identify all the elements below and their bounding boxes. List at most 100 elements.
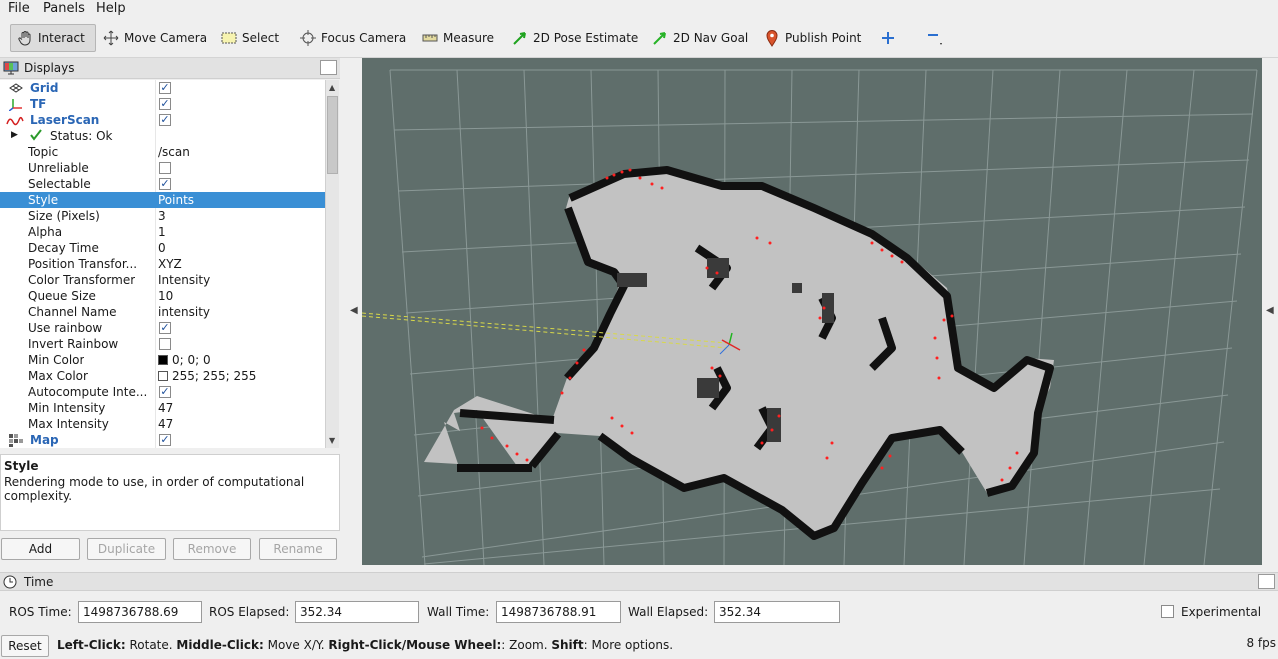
- grid-checkbox[interactable]: ✓: [159, 82, 171, 94]
- unreliable-checkbox[interactable]: [159, 162, 171, 174]
- focus-camera-label: Focus Camera: [321, 31, 407, 45]
- reset-button[interactable]: Reset: [1, 635, 49, 657]
- toolbar: Interact Move Camera Select Focus Camera…: [0, 18, 1278, 58]
- minus-icon: [925, 29, 943, 47]
- rename-button[interactable]: Rename: [259, 538, 337, 560]
- prop-use-rainbow[interactable]: Use rainbow ✓: [0, 320, 325, 336]
- move-camera-label: Move Camera: [124, 31, 208, 45]
- wall-elapsed-field[interactable]: 352.34: [714, 601, 840, 623]
- scroll-up-icon[interactable]: ▲: [329, 83, 335, 92]
- experimental-checkbox[interactable]: [1161, 605, 1174, 618]
- scrollbar-thumb[interactable]: [327, 96, 338, 174]
- displays-scrollbar[interactable]: ▲ ▼: [325, 80, 339, 448]
- wall-time-field[interactable]: 1498736788.91: [496, 601, 621, 623]
- prop-min-intensity-value[interactable]: 47: [158, 401, 173, 415]
- max-color-swatch: [158, 371, 168, 381]
- pose-estimate-tool[interactable]: 2D Pose Estimate: [511, 24, 638, 52]
- prop-size-value[interactable]: 3: [158, 209, 166, 223]
- ros-elapsed-field[interactable]: 352.34: [295, 601, 419, 623]
- prop-alpha-value[interactable]: 1: [158, 225, 166, 239]
- prop-selectable[interactable]: Selectable ✓: [0, 176, 325, 192]
- prop-color-transformer[interactable]: Color Transformer Intensity: [0, 272, 325, 288]
- col-sep: [155, 256, 156, 272]
- prop-topic-value[interactable]: /scan: [158, 145, 190, 159]
- ros-time-field[interactable]: 1498736788.69: [78, 601, 202, 623]
- help-middle-click: Middle-Click:: [176, 638, 264, 652]
- duplicate-button[interactable]: Duplicate: [87, 538, 166, 560]
- prop-min-intensity[interactable]: Min Intensity 47: [0, 400, 325, 416]
- col-sep: [155, 208, 156, 224]
- laser-wave-icon: [6, 115, 24, 129]
- remove-tool-button[interactable]: [925, 24, 947, 52]
- add-button[interactable]: Add: [1, 538, 80, 560]
- prop-style[interactable]: Style Points: [0, 192, 325, 208]
- prop-alpha[interactable]: Alpha 1: [0, 224, 325, 240]
- map-checkbox[interactable]: ✓: [159, 434, 171, 446]
- expand-arrow-icon[interactable]: ▶: [11, 130, 18, 140]
- prop-channel-name[interactable]: Channel Name intensity: [0, 304, 325, 320]
- prop-position-transformer[interactable]: Position Transfor... XYZ: [0, 256, 325, 272]
- tf-checkbox[interactable]: ✓: [159, 98, 171, 110]
- prop-style-value[interactable]: Points: [158, 193, 194, 207]
- displays-title-bar: Displays: [0, 58, 340, 79]
- laserscan-status-row[interactable]: ▶ Status: Ok: [0, 128, 325, 144]
- use-rainbow-checkbox[interactable]: ✓: [159, 322, 171, 334]
- prop-channel-name-value[interactable]: intensity: [158, 305, 210, 319]
- prop-unreliable[interactable]: Unreliable: [0, 160, 325, 176]
- min-color-text: 0; 0; 0: [172, 353, 211, 367]
- selectable-checkbox[interactable]: ✓: [159, 178, 171, 190]
- fps-counter: 8 fps: [1246, 636, 1276, 650]
- add-tool-button[interactable]: [879, 24, 901, 52]
- help-text: Left-Click: Rotate. Middle-Click: Move X…: [57, 638, 673, 652]
- prop-max-color[interactable]: Max Color 255; 255; 255: [0, 368, 325, 384]
- publish-point-tool[interactable]: Publish Point: [763, 24, 861, 52]
- menu-help[interactable]: Help: [96, 1, 126, 16]
- interact-label: Interact: [38, 31, 85, 45]
- focus-camera-tool[interactable]: Focus Camera: [299, 24, 406, 52]
- prop-color-transformer-value[interactable]: Intensity: [158, 273, 210, 287]
- prop-decay-value[interactable]: 0: [158, 241, 166, 255]
- undock-button[interactable]: [320, 60, 337, 75]
- map-icon: [8, 433, 24, 448]
- prop-position-transformer-value[interactable]: XYZ: [158, 257, 182, 271]
- prop-max-color-value[interactable]: 255; 255; 255: [158, 369, 256, 383]
- select-tool[interactable]: Select: [220, 24, 279, 52]
- min-color-swatch: [158, 355, 168, 365]
- prop-max-intensity[interactable]: Max Intensity 47: [0, 416, 325, 432]
- laserscan-checkbox[interactable]: ✓: [159, 114, 171, 126]
- collapse-left-arrow-icon[interactable]: ◀: [350, 305, 358, 316]
- prop-min-color[interactable]: Min Color 0; 0; 0: [0, 352, 325, 368]
- autocompute-checkbox[interactable]: ✓: [159, 386, 171, 398]
- prop-queue-size[interactable]: Queue Size 10: [0, 288, 325, 304]
- prop-min-color-value[interactable]: 0; 0; 0: [158, 353, 211, 367]
- prop-decay[interactable]: Decay Time 0: [0, 240, 325, 256]
- time-undock-button[interactable]: [1258, 574, 1275, 589]
- display-laserscan-row[interactable]: LaserScan ✓: [0, 112, 325, 128]
- display-map-row[interactable]: Map ✓: [0, 432, 325, 448]
- prop-size[interactable]: Size (Pixels) 3: [0, 208, 325, 224]
- move-camera-tool[interactable]: Move Camera: [102, 24, 207, 52]
- prop-invert-rainbow[interactable]: Invert Rainbow: [0, 336, 325, 352]
- display-grid-row[interactable]: Grid ✓: [0, 80, 325, 96]
- scroll-down-icon[interactable]: ▼: [329, 436, 335, 445]
- render-viewport[interactable]: [362, 58, 1262, 565]
- prop-max-intensity-value[interactable]: 47: [158, 417, 173, 431]
- remove-button[interactable]: Remove: [173, 538, 251, 560]
- displays-panel: Displays Grid ✓ TF ✓ LaserScan ✓ ▶ Statu…: [0, 58, 340, 566]
- prop-autocompute[interactable]: Autocompute Inte... ✓: [0, 384, 325, 400]
- prop-topic[interactable]: Topic /scan: [0, 144, 325, 160]
- status-ok-check-icon: [29, 128, 43, 145]
- measure-tool[interactable]: Measure: [421, 24, 494, 52]
- prop-max-intensity-key: Max Intensity: [28, 417, 109, 431]
- display-tf-row[interactable]: TF ✓: [0, 96, 325, 112]
- prop-queue-size-value[interactable]: 10: [158, 289, 173, 303]
- map-label: Map: [30, 433, 59, 447]
- menu-file[interactable]: File: [8, 1, 30, 16]
- menu-panels[interactable]: Panels: [43, 1, 85, 16]
- invert-rainbow-checkbox[interactable]: [159, 338, 171, 350]
- nav-goal-tool[interactable]: 2D Nav Goal: [651, 24, 748, 52]
- interact-tool[interactable]: Interact: [10, 24, 96, 52]
- collapse-right-arrow-icon[interactable]: ◀: [1266, 305, 1274, 316]
- prop-max-color-key: Max Color: [28, 369, 88, 383]
- move-arrows-icon: [102, 29, 120, 47]
